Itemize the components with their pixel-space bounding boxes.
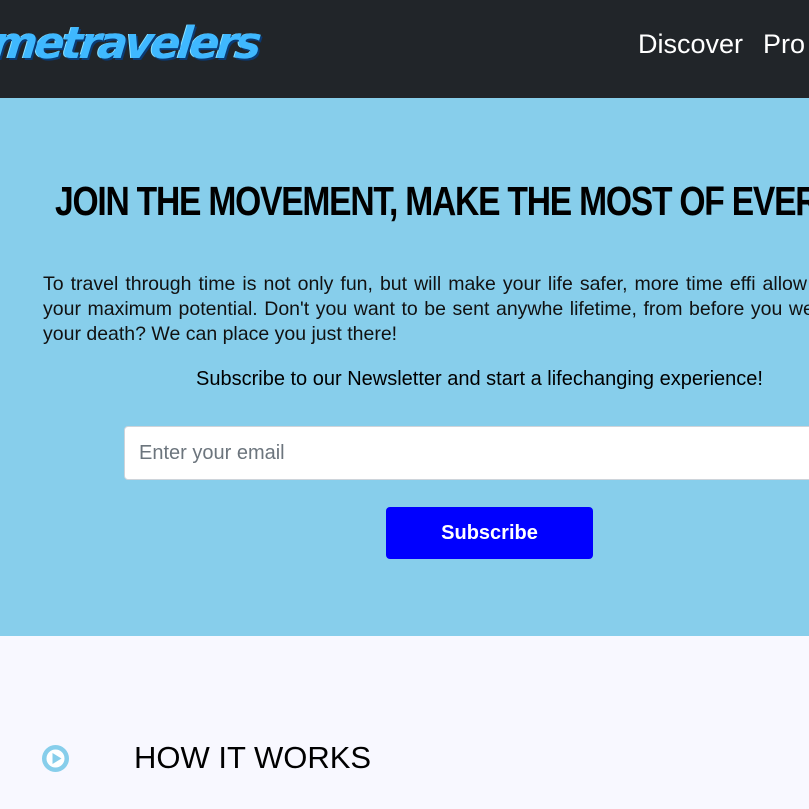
how-it-works-section: HOW IT WORKS — [0, 636, 809, 809]
nav-link-pro[interactable]: Pro — [763, 29, 805, 60]
subscribe-button[interactable]: Subscribe — [386, 507, 593, 559]
nav-links: Discover Pro — [638, 29, 805, 60]
nav-link-discover[interactable]: Discover — [638, 29, 743, 60]
navbar: metravelers Discover Pro — [0, 0, 809, 98]
email-input[interactable] — [124, 426, 809, 480]
hero-title: JOIN THE MOVEMENT, MAKE THE MOST OF EVER… — [55, 178, 809, 224]
hero-paragraph: To travel through time is not only fun, … — [43, 273, 809, 345]
play-circle-icon — [42, 745, 69, 772]
hero-section: JOIN THE MOVEMENT, MAKE THE MOST OF EVER… — [0, 98, 809, 636]
page: metravelers Discover Pro JOIN THE MOVEME… — [0, 0, 809, 809]
brand-logo[interactable]: metravelers — [0, 18, 261, 69]
how-it-works-title: HOW IT WORKS — [134, 740, 372, 775]
newsletter-caption: Subscribe to our Newsletter and start a … — [196, 368, 763, 390]
